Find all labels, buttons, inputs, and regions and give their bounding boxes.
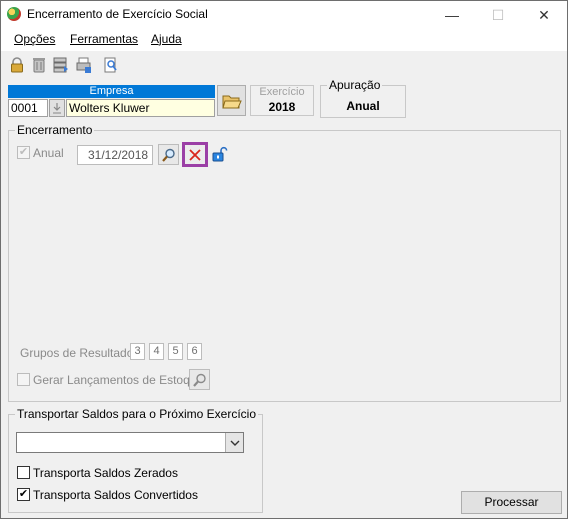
transportar-title: Transportar Saldos para o Próximo Exercí… <box>15 407 258 421</box>
magnifier-icon <box>192 373 206 387</box>
zerados-checkbox[interactable] <box>17 466 30 479</box>
anual-checkbox[interactable]: ✔ <box>17 146 30 159</box>
window-title: Encerramento de Exercício Social <box>27 7 208 21</box>
search-button[interactable] <box>158 144 179 165</box>
server-stack-icon[interactable] <box>51 55 71 75</box>
empresa-name-field[interactable]: Wolters Kluwer <box>66 99 215 117</box>
processar-button[interactable]: Processar <box>461 491 562 514</box>
grupos-resultado-label: Grupos de Resultado: <box>20 346 137 360</box>
menu-ferramentas[interactable]: Ferramentas <box>70 32 138 46</box>
estoque-search-button[interactable] <box>189 369 210 390</box>
grupo-6-box[interactable]: 6 <box>187 343 202 360</box>
anual-label: Anual <box>33 146 64 160</box>
exercicio-value: 2018 <box>268 100 296 114</box>
zerados-label: Transporta Saldos Zerados <box>33 466 178 480</box>
chevron-down-icon <box>230 440 239 446</box>
print-preview-icon[interactable] <box>74 55 94 75</box>
close-x-icon <box>189 148 201 161</box>
menu-ajuda[interactable]: Ajuda <box>151 32 182 46</box>
exercicio-box: Exercício 2018 <box>250 85 314 116</box>
close-button[interactable]: ✕ <box>521 1 567 29</box>
empresa-header: Empresa <box>8 85 215 98</box>
search-document-icon[interactable] <box>101 55 121 75</box>
transportar-combo[interactable] <box>16 432 244 453</box>
empresa-lookup-button[interactable] <box>49 99 65 117</box>
apuracao-group: Apuração Anual <box>320 78 406 118</box>
combo-dropdown-button[interactable] <box>225 433 243 452</box>
cancel-button[interactable] <box>182 142 208 167</box>
estoque-label: Gerar Lançamentos de Estoque <box>33 373 204 387</box>
empresa-code-field[interactable]: 0001 <box>8 99 48 117</box>
encerramento-group: Encerramento <box>8 123 561 402</box>
exercicio-label: Exercício <box>259 86 305 98</box>
grupo-4-box[interactable]: 4 <box>149 343 164 360</box>
encerramento-date-field[interactable]: 31/12/2018 <box>77 145 153 165</box>
trash-icon[interactable] <box>29 55 49 75</box>
app-icon <box>7 7 21 21</box>
grupo-5-box[interactable]: 5 <box>168 343 183 360</box>
estoque-checkbox[interactable] <box>17 373 30 386</box>
open-folder-button[interactable] <box>217 85 246 116</box>
grupo-3-box[interactable]: 3 <box>130 343 145 360</box>
maximize-button[interactable]: ☐ <box>475 1 521 29</box>
empresa-selector: Empresa 0001 Wolters Kluwer <box>8 85 215 117</box>
title-bar[interactable]: Encerramento de Exercício Social — ☐ ✕ <box>1 1 567 29</box>
minimize-button[interactable]: — <box>429 1 475 29</box>
menu-opcoes[interactable]: Opções <box>14 32 55 46</box>
menu-bar: Opções Ferramentas Ajuda <box>1 29 567 51</box>
magnifier-icon <box>161 148 175 162</box>
unlock-icon[interactable] <box>212 146 228 162</box>
apuracao-value: Anual <box>346 99 380 113</box>
convertidos-label: Transporta Saldos Convertidos <box>33 488 198 502</box>
apuracao-title: Apuração <box>327 78 383 92</box>
encerramento-title: Encerramento <box>15 123 95 137</box>
convertidos-checkbox[interactable]: ✔ <box>17 488 30 501</box>
arrow-down-icon <box>53 103 61 114</box>
toolbar <box>1 51 567 79</box>
folder-open-icon <box>221 95 242 108</box>
main-window: Encerramento de Exercício Social — ☐ ✕ O… <box>0 0 568 519</box>
padlock-icon[interactable] <box>7 55 27 75</box>
